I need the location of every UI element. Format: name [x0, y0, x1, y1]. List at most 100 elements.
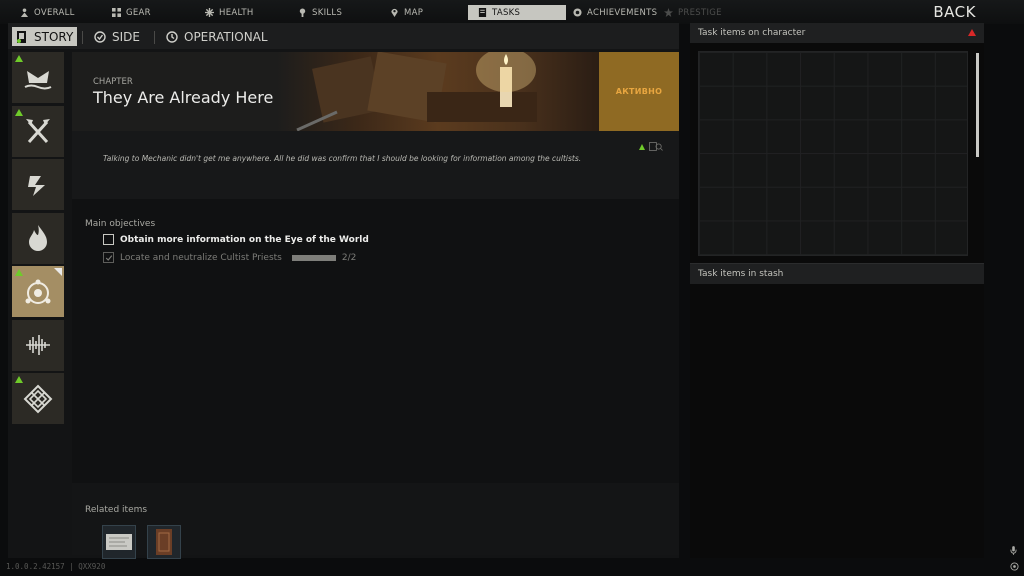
objective-progress-fill [291, 254, 336, 261]
book-item-icon [156, 529, 172, 555]
lightning-icon [28, 175, 45, 196]
tab-skills[interactable]: SKILLS [298, 5, 342, 20]
skills-icon [299, 8, 306, 17]
top-navigation: OVERALL GEAR HEALTH SKILLS MAP TASKS ACH… [0, 0, 1024, 24]
task-category-list [12, 52, 66, 457]
task-banner: CHAPTER They Are Already Here АКТИВНО [72, 52, 679, 131]
task-type-tabs: STORY SIDE OPERATIONAL [8, 23, 679, 49]
tab-prestige[interactable]: PRESTIGE [664, 5, 722, 20]
task-items-panel: Task items on character Task items in st… [690, 23, 984, 558]
character-items-header: Task items on character [690, 23, 984, 43]
task-status-text: АКТИВНО [615, 87, 663, 96]
task-description-area: Talking to Mechanic didn't get me anywhe… [72, 131, 679, 199]
tab-tasks-label: TASKS [492, 7, 521, 18]
eye-of-world-icon [25, 279, 51, 304]
task-details: CHAPTER They Are Already Here АКТИВНО Ta… [72, 52, 679, 559]
tab-health-label: HEALTH [219, 7, 254, 18]
person-icon [20, 8, 29, 17]
new-indicator [15, 108, 23, 116]
achievement-icon [573, 8, 582, 17]
category-item[interactable] [12, 52, 64, 103]
prestige-icon [664, 8, 673, 17]
related-item[interactable] [147, 525, 181, 559]
stash-items-header: Task items in stash [690, 264, 984, 284]
target-icon[interactable] [1010, 562, 1019, 571]
new-indicator [15, 269, 23, 276]
tab-achievements-label: ACHIEVEMENTS [587, 7, 658, 18]
divider [154, 31, 155, 44]
tasks-icon [478, 8, 487, 17]
crossed-axes-icon [26, 119, 50, 144]
character-items-title: Task items on character [698, 28, 806, 38]
scrollbar[interactable] [976, 53, 979, 157]
category-item[interactable] [12, 373, 64, 424]
tab-operational[interactable]: OPERATIONAL [166, 27, 268, 46]
tab-achievements[interactable]: ACHIEVEMENTS [573, 5, 657, 20]
tab-tasks[interactable]: TASKS [468, 5, 566, 20]
objective-checkbox [103, 234, 114, 245]
selected-corner [54, 268, 62, 276]
story-icon [17, 30, 26, 43]
tab-skills-label: SKILLS [312, 7, 343, 18]
health-icon [205, 8, 214, 17]
objective-text: Obtain more information on the Eye of th… [120, 234, 369, 245]
chapter-label: CHAPTER [93, 77, 133, 87]
knot-pattern-icon [23, 384, 53, 413]
objective-item: Obtain more information on the Eye of th… [103, 234, 369, 245]
inspect-icon[interactable] [649, 142, 663, 151]
objectives-header: Main objectives [85, 219, 156, 229]
category-item[interactable] [12, 105, 64, 157]
candle-books-illustration [296, 52, 537, 131]
tab-story-label: STORY [34, 29, 74, 44]
tasks-panel: STORY SIDE OPERATIONAL CHAPTER They Are … [8, 23, 679, 559]
objective-progress-bar [291, 254, 336, 261]
tab-story[interactable]: STORY [12, 27, 78, 46]
warning-icon [968, 29, 976, 36]
category-item[interactable] [12, 159, 64, 210]
task-title: They Are Already Here [93, 88, 274, 107]
flame-icon [29, 225, 47, 251]
tab-overall[interactable]: OVERALL [20, 5, 75, 20]
map-pin-icon [391, 8, 398, 17]
document-item-icon [106, 534, 132, 550]
side-task-icon [94, 30, 106, 43]
task-description: Talking to Mechanic didn't get me anywhe… [103, 154, 582, 163]
microphone-icon[interactable] [1010, 546, 1017, 555]
description-icons [639, 142, 663, 151]
category-item-selected[interactable] [12, 266, 64, 317]
new-indicator [15, 376, 23, 383]
tab-health[interactable]: HEALTH [205, 5, 254, 20]
objective-item-completed: Locate and neutralize Cultist Priests 2/… [103, 252, 356, 263]
ship-envelope-icon [24, 70, 52, 89]
clock-icon [166, 30, 178, 43]
new-indicator [15, 55, 23, 62]
objective-checkbox-checked [103, 252, 114, 263]
objective-progress-count: 2/2 [341, 252, 357, 263]
new-indicator [639, 143, 645, 150]
related-items-header: Related items [85, 505, 148, 515]
gear-grid-icon [112, 8, 121, 17]
tab-operational-label: OPERATIONAL [184, 29, 268, 44]
back-button[interactable]: BACK [933, 3, 976, 21]
tab-side-label: SIDE [112, 29, 140, 44]
objective-text: Locate and neutralize Cultist Priests [120, 252, 282, 263]
tab-map[interactable]: MAP [390, 5, 423, 20]
tab-map-label: MAP [404, 7, 424, 18]
character-items-grid[interactable] [698, 51, 968, 256]
checkmark-icon [105, 254, 112, 261]
tab-overall-label: OVERALL [34, 7, 75, 18]
tab-gear-label: GEAR [126, 7, 151, 18]
stash-items-title: Task items in stash [698, 269, 784, 279]
divider [82, 31, 83, 44]
version-label: 1.0.0.2.42157 | QXX920 [6, 562, 106, 571]
category-item[interactable] [12, 212, 64, 264]
related-item[interactable] [102, 525, 136, 559]
related-items-section: Related items [72, 483, 679, 559]
category-item[interactable] [12, 319, 64, 371]
tab-side[interactable]: SIDE [94, 27, 140, 46]
tab-prestige-label: PRESTIGE [678, 7, 722, 18]
task-illustration [277, 52, 599, 131]
task-status-badge: АКТИВНО [599, 52, 679, 131]
soundwave-icon [26, 335, 50, 355]
tab-gear[interactable]: GEAR [112, 5, 151, 20]
